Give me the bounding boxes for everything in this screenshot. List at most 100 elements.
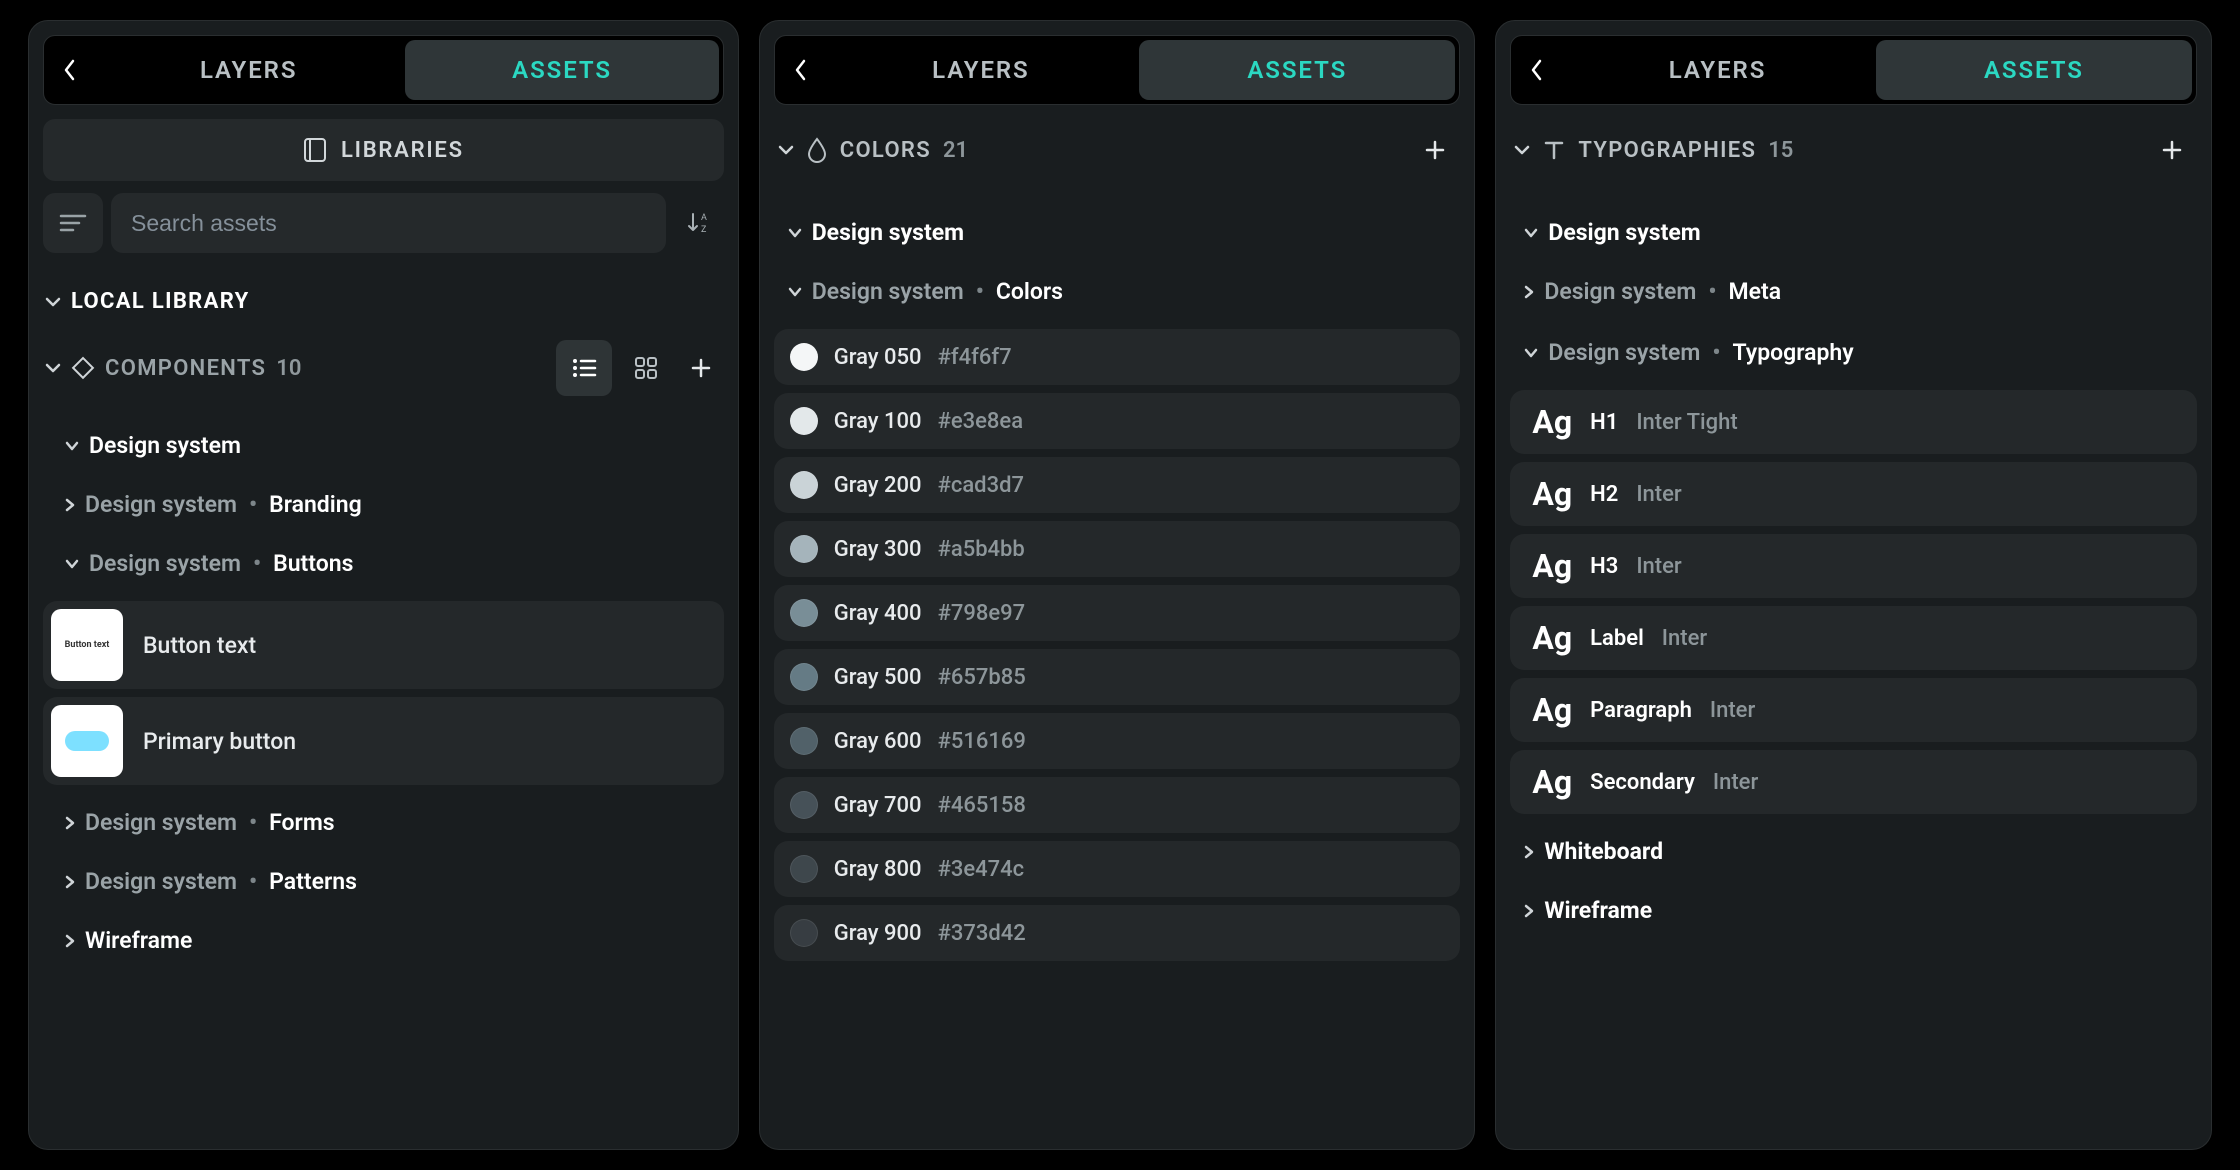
meta-name: Meta: [1729, 278, 1782, 305]
color-item[interactable]: Gray 600#516169: [774, 713, 1461, 769]
add-typography-button[interactable]: [2151, 129, 2193, 171]
tab-assets[interactable]: ASSETS: [1139, 40, 1455, 100]
color-item[interactable]: Gray 500#657b85: [774, 649, 1461, 705]
back-button[interactable]: [48, 45, 92, 95]
color-item[interactable]: Gray 300#a5b4bb: [774, 521, 1461, 577]
chevron-down-icon: [65, 559, 79, 569]
color-item[interactable]: Gray 200#cad3d7: [774, 457, 1461, 513]
typography-name: Paragraph: [1590, 698, 1692, 723]
color-hex: #373d42: [938, 921, 1026, 946]
color-name: Gray 400: [834, 601, 922, 626]
filter-lines-icon: [59, 212, 87, 234]
list-view-button[interactable]: [556, 340, 612, 396]
typography-preview: Ag: [1532, 406, 1572, 438]
chevron-right-icon: [1524, 904, 1534, 918]
color-name: Gray 900: [834, 921, 922, 946]
typography-item[interactable]: AgH2Inter: [1510, 462, 2197, 526]
color-item[interactable]: Gray 400#798e97: [774, 585, 1461, 641]
colors-section-header[interactable]: COLORS 21: [774, 119, 1461, 187]
subgroup-prefix: Design system: [812, 278, 964, 305]
typography-item[interactable]: AgParagraphInter: [1510, 678, 2197, 742]
color-item[interactable]: Gray 050#f4f6f7: [774, 329, 1461, 385]
typography-item[interactable]: AgLabelInter: [1510, 606, 2197, 670]
group-label: Design system: [812, 219, 964, 246]
sort-button[interactable]: A Z: [674, 193, 724, 253]
component-item[interactable]: Button textButton text: [43, 601, 724, 689]
bullet-icon: •: [251, 550, 263, 577]
component-thumbnail: Button text: [51, 609, 123, 681]
back-button[interactable]: [1515, 45, 1559, 95]
chevron-down-icon: [65, 441, 79, 451]
color-swatch: [790, 599, 818, 627]
chevron-down-icon: [788, 287, 802, 297]
typography-font: Inter Tight: [1636, 410, 1737, 435]
add-color-button[interactable]: [1414, 129, 1456, 171]
colors-label: COLORS: [840, 138, 931, 163]
chevron-right-icon: [1524, 285, 1534, 299]
tab-layers[interactable]: LAYERS: [823, 40, 1139, 100]
colors-group-design-system[interactable]: Design system: [774, 205, 1461, 260]
color-swatch: [790, 535, 818, 563]
components-count: 10: [276, 356, 301, 381]
drop-icon: [806, 137, 828, 163]
add-component-button[interactable]: [680, 347, 722, 389]
typographies-whiteboard[interactable]: Whiteboard: [1510, 822, 2197, 881]
typography-preview: Ag: [1532, 766, 1572, 798]
tree-name: Buttons: [273, 550, 353, 577]
color-name: Gray 300: [834, 537, 922, 562]
color-name: Gray 100: [834, 409, 922, 434]
local-library-header[interactable]: LOCAL LIBRARY: [43, 281, 724, 330]
typography-item[interactable]: AgH3Inter: [1510, 534, 2197, 598]
color-item[interactable]: Gray 900 #373d42: [774, 905, 1461, 961]
typographies-typography-group[interactable]: Design system • Typography: [1510, 321, 2197, 382]
color-name: Gray 600: [834, 729, 922, 754]
component-item[interactable]: Primary button: [43, 697, 724, 785]
tree-buttons[interactable]: Design system • Buttons: [43, 534, 724, 593]
type-icon: [1542, 138, 1566, 162]
color-item[interactable]: Gray 800#3e474c: [774, 841, 1461, 897]
component-name: Primary button: [143, 728, 296, 755]
typography-item[interactable]: AgSecondaryInter: [1510, 750, 2197, 814]
group-label: Design system: [1548, 219, 1700, 246]
typographies-group-design-system[interactable]: Design system: [1510, 205, 2197, 260]
components-section-header[interactable]: COMPONENTS 10: [43, 330, 724, 406]
list-icon: [571, 358, 597, 378]
tree-patterns[interactable]: Design system • Patterns: [43, 852, 724, 911]
typography-name: Secondary: [1590, 770, 1695, 795]
bullet-icon: •: [974, 278, 986, 305]
tree-branding[interactable]: Design system • Branding: [43, 475, 724, 534]
color-hex: #657b85: [938, 665, 1026, 690]
color-item[interactable]: Gray 100 #e3e8ea: [774, 393, 1461, 449]
tree-wireframe[interactable]: Wireframe: [43, 911, 724, 970]
color-swatch: [790, 471, 818, 499]
color-swatch: [790, 919, 818, 947]
colors-subgroup[interactable]: Design system • Colors: [774, 260, 1461, 321]
panel-tabs-bar: LAYERS ASSETS: [43, 35, 724, 105]
color-swatch: [790, 791, 818, 819]
grid-view-button[interactable]: [618, 340, 674, 396]
search-input[interactable]: [111, 193, 666, 253]
book-icon: [303, 137, 327, 163]
color-hex: #e3e8ea: [938, 409, 1024, 434]
wireframe-label: Wireframe: [1544, 897, 1652, 924]
tree-design-system[interactable]: Design system: [43, 416, 724, 475]
typographies-section-header[interactable]: TYPOGRAPHIES 15: [1510, 119, 2197, 187]
local-library-label: LOCAL LIBRARY: [71, 289, 250, 314]
chevron-down-icon: [788, 228, 802, 238]
color-item[interactable]: Gray 700#465158: [774, 777, 1461, 833]
filter-button[interactable]: [43, 193, 103, 253]
tab-assets[interactable]: ASSETS: [405, 40, 718, 100]
typography-item[interactable]: AgH1Inter Tight: [1510, 390, 2197, 454]
typographies-wireframe[interactable]: Wireframe: [1510, 881, 2197, 940]
chevron-left-icon: [63, 59, 77, 81]
tab-layers[interactable]: LAYERS: [92, 40, 405, 100]
libraries-button[interactable]: LIBRARIES: [43, 119, 724, 181]
chevron-right-icon: [65, 875, 75, 889]
back-button[interactable]: [779, 45, 823, 95]
tab-assets[interactable]: ASSETS: [1876, 40, 2192, 100]
tab-layers[interactable]: LAYERS: [1559, 40, 1875, 100]
typographies-meta[interactable]: Design system • Meta: [1510, 260, 2197, 321]
tree-forms[interactable]: Design system • Forms: [43, 793, 724, 852]
assets-panel-typographies: LAYERS ASSETS TYPOGRAPHIES 15 Design sys…: [1495, 20, 2212, 1150]
color-swatch: [790, 727, 818, 755]
